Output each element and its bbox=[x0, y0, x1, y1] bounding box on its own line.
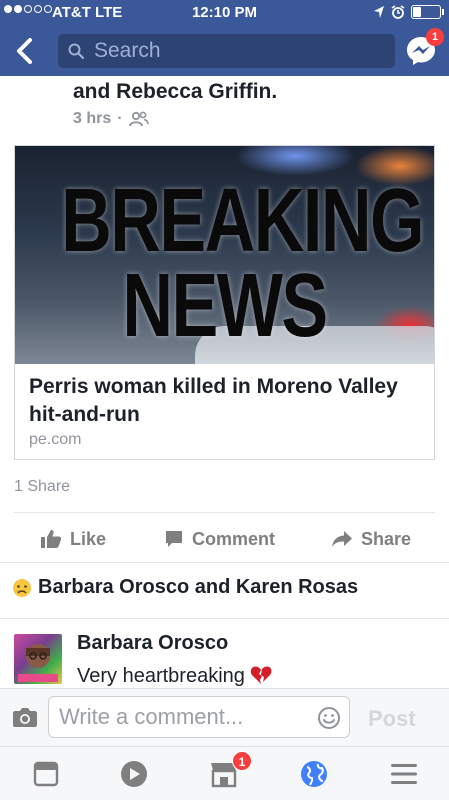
divider bbox=[0, 618, 449, 619]
thumbs-up-icon bbox=[41, 530, 62, 548]
post-comment-button[interactable]: Post bbox=[368, 706, 416, 732]
reactions-summary[interactable]: Barbara Orosco and Karen Rosas bbox=[12, 576, 358, 599]
share-arrow-icon bbox=[332, 531, 352, 547]
like-button[interactable]: Like bbox=[40, 526, 106, 552]
link-title[interactable]: Perris woman killed in Moreno Valley hit… bbox=[29, 373, 424, 429]
broken-heart-icon bbox=[251, 666, 272, 684]
news-feed-icon bbox=[33, 761, 59, 787]
tab-news-feed[interactable] bbox=[30, 759, 62, 789]
status-bar: AT&T LTE 12:10 PM bbox=[0, 0, 449, 26]
back-button[interactable] bbox=[12, 36, 40, 66]
notifications-globe-icon bbox=[301, 761, 327, 787]
post-timestamp[interactable]: 3 hrs bbox=[73, 110, 111, 128]
search-placeholder: Search bbox=[94, 39, 161, 62]
divider bbox=[0, 562, 449, 563]
post-header-text[interactable]: and Rebecca Griffin. bbox=[73, 80, 277, 104]
camera-icon[interactable] bbox=[12, 706, 38, 728]
image-text-breaking: BREAKING bbox=[61, 171, 424, 271]
tab-video[interactable] bbox=[118, 759, 150, 789]
chevron-left-icon bbox=[17, 38, 32, 64]
comment-text: Very heartbreaking bbox=[77, 665, 272, 688]
comment-item: Barbara Orosco Very heartbreaking bbox=[14, 632, 435, 687]
search-input[interactable]: Search bbox=[58, 34, 395, 68]
reactors-names: Barbara Orosco and Karen Rosas bbox=[38, 576, 359, 598]
meta-separator: · bbox=[117, 110, 123, 127]
battery-icon bbox=[411, 5, 444, 19]
link-domain: pe.com bbox=[29, 431, 82, 448]
menu-icon bbox=[391, 764, 417, 784]
shared-link-card[interactable]: BREAKING NEWS Perris woman killed in Mor… bbox=[14, 145, 435, 460]
like-label: Like bbox=[70, 528, 107, 549]
comment-button[interactable]: Comment bbox=[164, 526, 275, 552]
link-preview-image[interactable]: BREAKING NEWS bbox=[15, 146, 434, 364]
share-button[interactable]: Share bbox=[331, 526, 411, 552]
comment-author[interactable]: Barbara Orosco bbox=[77, 632, 228, 655]
image-text-news: NEWS bbox=[122, 256, 328, 356]
search-icon bbox=[68, 43, 84, 59]
sad-face-icon bbox=[13, 578, 31, 597]
bottom-tab-bar: 1 bbox=[0, 746, 449, 800]
top-nav-bar: Search 1 bbox=[0, 26, 449, 76]
comment-label: Comment bbox=[192, 528, 276, 549]
commenter-avatar[interactable] bbox=[14, 634, 62, 684]
comment-bubble-icon bbox=[166, 531, 182, 547]
share-label: Share bbox=[361, 528, 412, 549]
smiley-icon[interactable] bbox=[317, 706, 341, 730]
alarm-icon bbox=[391, 5, 405, 19]
messenger-badge: 1 bbox=[426, 28, 444, 46]
video-icon bbox=[121, 761, 147, 787]
share-count[interactable]: 1 Share bbox=[14, 478, 70, 496]
location-icon bbox=[374, 6, 384, 18]
tab-notifications[interactable] bbox=[298, 759, 330, 789]
divider bbox=[14, 512, 435, 513]
tab-marketplace[interactable]: 1 bbox=[208, 751, 252, 789]
friends-icon bbox=[128, 111, 149, 127]
marketplace-badge: 1 bbox=[232, 751, 252, 771]
comment-placeholder: Write a comment... bbox=[59, 704, 244, 729]
post-meta: 3 hrs · bbox=[73, 110, 149, 128]
comment-input[interactable]: Write a comment... bbox=[48, 696, 350, 738]
comment-composer: Write a comment... Post bbox=[0, 688, 449, 746]
tab-menu[interactable] bbox=[388, 759, 420, 789]
messenger-button[interactable]: 1 bbox=[404, 28, 444, 68]
